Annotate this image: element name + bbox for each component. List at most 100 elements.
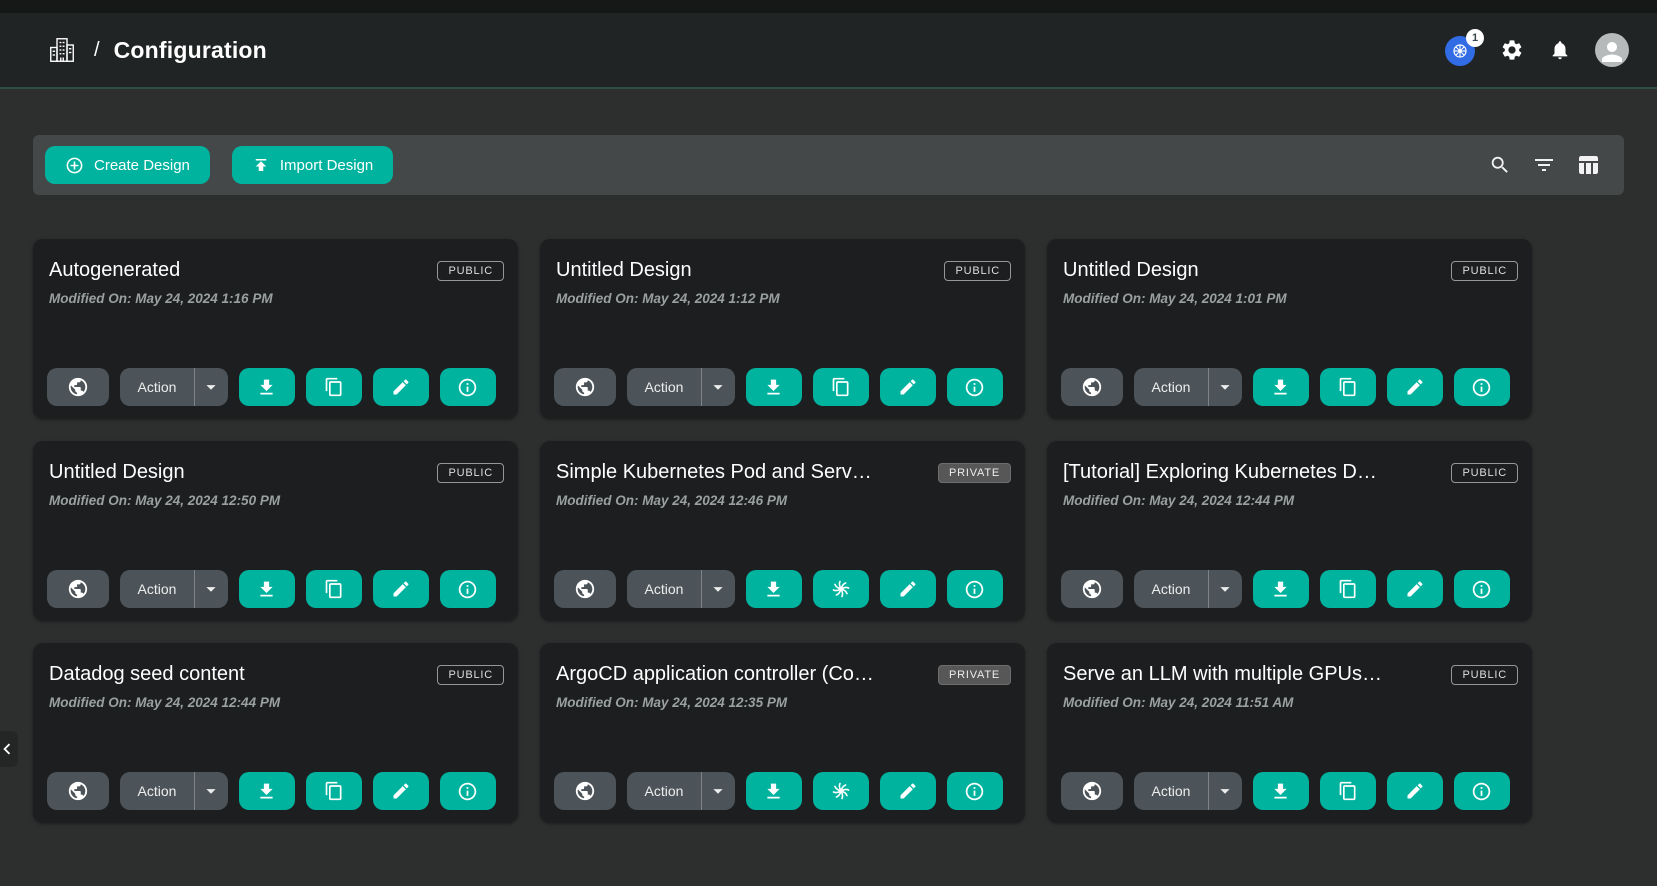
gear-icon[interactable] xyxy=(1499,37,1525,63)
action-button-label[interactable]: Action xyxy=(1134,581,1208,597)
design-card[interactable]: Autogenerated PUBLIC Modified On: May 24… xyxy=(33,239,518,419)
visibility-globe-button[interactable] xyxy=(1061,368,1123,406)
design-card[interactable]: Untitled Design PUBLIC Modified On: May … xyxy=(540,239,1025,419)
design-button[interactable] xyxy=(813,570,869,608)
design-card[interactable]: ArgoCD application controller (Co… PRIVA… xyxy=(540,643,1025,823)
info-button[interactable] xyxy=(440,570,496,608)
visibility-globe-button[interactable] xyxy=(47,772,109,810)
caret-down-icon[interactable] xyxy=(702,780,735,802)
download-button[interactable] xyxy=(239,570,295,608)
action-button-label[interactable]: Action xyxy=(1134,783,1208,799)
action-button-label[interactable]: Action xyxy=(120,379,194,395)
design-card[interactable]: Simple Kubernetes Pod and Serv… PRIVATE … xyxy=(540,441,1025,621)
modified-date: Modified On: May 24, 2024 1:01 PM xyxy=(1063,291,1287,306)
action-button-label[interactable]: Action xyxy=(120,783,194,799)
action-button-label[interactable]: Action xyxy=(1134,379,1208,395)
caret-down-icon[interactable] xyxy=(195,376,228,398)
download-button[interactable] xyxy=(1253,772,1309,810)
visibility-globe-button[interactable] xyxy=(47,368,109,406)
info-button[interactable] xyxy=(440,772,496,810)
action-button-label[interactable]: Action xyxy=(627,379,701,395)
caret-down-icon[interactable] xyxy=(1209,780,1242,802)
kubernetes-badge-count: 1 xyxy=(1466,29,1484,47)
sidebar-collapse-handle[interactable] xyxy=(0,731,18,767)
clone-button[interactable] xyxy=(306,368,362,406)
info-icon xyxy=(457,377,478,398)
action-button-label[interactable]: Action xyxy=(627,581,701,597)
info-button[interactable] xyxy=(1454,368,1510,406)
caret-down-icon[interactable] xyxy=(1209,578,1242,600)
download-button[interactable] xyxy=(1253,368,1309,406)
info-button[interactable] xyxy=(947,368,1003,406)
info-button[interactable] xyxy=(947,570,1003,608)
download-button[interactable] xyxy=(746,772,802,810)
action-split-button[interactable]: Action xyxy=(120,772,228,810)
action-button-label[interactable]: Action xyxy=(120,581,194,597)
create-design-button[interactable]: Create Design xyxy=(45,146,210,184)
design-card[interactable]: Untitled Design PUBLIC Modified On: May … xyxy=(33,441,518,621)
info-icon xyxy=(1471,579,1492,600)
download-button[interactable] xyxy=(1253,570,1309,608)
clone-button[interactable] xyxy=(1320,570,1376,608)
bell-icon[interactable] xyxy=(1547,37,1573,63)
action-split-button[interactable]: Action xyxy=(627,570,735,608)
info-button[interactable] xyxy=(1454,570,1510,608)
edit-button[interactable] xyxy=(880,570,936,608)
design-card[interactable]: Untitled Design PUBLIC Modified On: May … xyxy=(1047,239,1532,419)
design-button[interactable] xyxy=(813,772,869,810)
info-button[interactable] xyxy=(1454,772,1510,810)
download-button[interactable] xyxy=(746,570,802,608)
download-button[interactable] xyxy=(746,368,802,406)
avatar[interactable] xyxy=(1595,33,1629,67)
visibility-globe-button[interactable] xyxy=(554,570,616,608)
edit-button[interactable] xyxy=(373,570,429,608)
edit-button[interactable] xyxy=(1387,570,1443,608)
info-button[interactable] xyxy=(440,368,496,406)
design-card[interactable]: [Tutorial] Exploring Kubernetes D… PUBLI… xyxy=(1047,441,1532,621)
visibility-globe-button[interactable] xyxy=(1061,570,1123,608)
pencil-icon xyxy=(391,781,411,801)
table-view-icon[interactable] xyxy=(1576,153,1600,177)
clone-button[interactable] xyxy=(306,570,362,608)
edit-button[interactable] xyxy=(373,772,429,810)
clone-button[interactable] xyxy=(306,772,362,810)
visibility-globe-button[interactable] xyxy=(47,570,109,608)
action-split-button[interactable]: Action xyxy=(1134,368,1242,406)
search-icon[interactable] xyxy=(1488,153,1512,177)
caret-down-icon[interactable] xyxy=(195,780,228,802)
kubernetes-context-button[interactable]: 1 xyxy=(1445,34,1477,66)
edit-button[interactable] xyxy=(880,368,936,406)
action-button-label[interactable]: Action xyxy=(627,783,701,799)
caret-down-icon[interactable] xyxy=(702,578,735,600)
copy-icon xyxy=(1338,579,1358,599)
action-split-button[interactable]: Action xyxy=(627,368,735,406)
caret-down-icon[interactable] xyxy=(195,578,228,600)
action-split-button[interactable]: Action xyxy=(627,772,735,810)
import-design-button[interactable]: Import Design xyxy=(232,146,393,184)
visibility-globe-button[interactable] xyxy=(1061,772,1123,810)
design-title: ArgoCD application controller (Co… xyxy=(556,663,874,686)
action-split-button[interactable]: Action xyxy=(120,570,228,608)
filter-icon[interactable] xyxy=(1532,153,1556,177)
building-icon[interactable] xyxy=(46,34,78,66)
design-card[interactable]: Datadog seed content PUBLIC Modified On:… xyxy=(33,643,518,823)
download-button[interactable] xyxy=(239,772,295,810)
action-split-button[interactable]: Action xyxy=(120,368,228,406)
action-split-button[interactable]: Action xyxy=(1134,772,1242,810)
edit-button[interactable] xyxy=(880,772,936,810)
edit-button[interactable] xyxy=(1387,368,1443,406)
edit-button[interactable] xyxy=(1387,772,1443,810)
caret-down-icon[interactable] xyxy=(1209,376,1242,398)
info-button[interactable] xyxy=(947,772,1003,810)
clone-button[interactable] xyxy=(1320,772,1376,810)
action-split-button[interactable]: Action xyxy=(1134,570,1242,608)
visibility-globe-button[interactable] xyxy=(554,368,616,406)
download-button[interactable] xyxy=(239,368,295,406)
design-card[interactable]: Serve an LLM with multiple GPUs… PUBLIC … xyxy=(1047,643,1532,823)
visibility-globe-button[interactable] xyxy=(554,772,616,810)
clone-button[interactable] xyxy=(1320,368,1376,406)
edit-button[interactable] xyxy=(373,368,429,406)
clone-button[interactable] xyxy=(813,368,869,406)
design-title: Datadog seed content xyxy=(49,663,245,686)
caret-down-icon[interactable] xyxy=(702,376,735,398)
